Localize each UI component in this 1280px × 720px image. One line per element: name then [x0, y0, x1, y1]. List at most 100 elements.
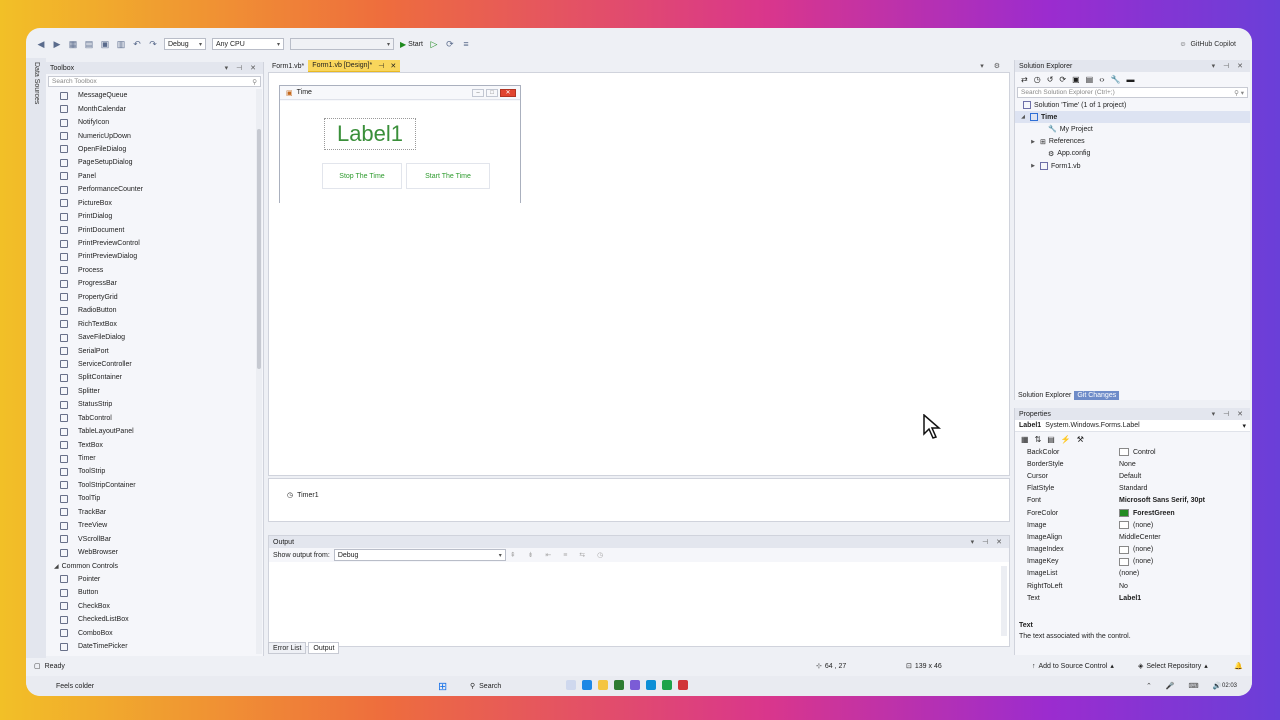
toolbox-item[interactable]: TabControl	[46, 412, 256, 425]
tab-git-changes[interactable]: Git Changes	[1074, 391, 1120, 400]
platform-select[interactable]: Any CPU ▾	[212, 38, 284, 50]
properties-object-select[interactable]: Label1 System.Windows.Forms.Label ▾	[1015, 420, 1250, 432]
property-row[interactable]: BorderStyle None	[1015, 458, 1250, 470]
output-actions-icon[interactable]: ⇞ ⇟ ⇤ ≡ ⇆ ◷	[510, 551, 608, 559]
toolbox-item[interactable]: Panel	[46, 170, 256, 183]
component-tray[interactable]: ◷ Timer1	[268, 478, 1010, 522]
undo-icon[interactable]: ↶	[132, 39, 142, 49]
toolbox-item[interactable]: ToolTip	[46, 492, 256, 505]
tree-item-form1[interactable]: ▶ Form1.vb	[1015, 160, 1250, 172]
data-sources-strip[interactable]: Data Sources	[26, 58, 46, 658]
toolbox-item[interactable]: CheckBox	[46, 600, 256, 613]
toolbox-search-input[interactable]: Search Toolbox ⚲	[48, 76, 261, 87]
start-button[interactable]: ▶ Start	[400, 40, 423, 49]
store-icon[interactable]	[646, 680, 656, 690]
new-item-icon[interactable]: ▦	[68, 39, 78, 49]
form-titlebar[interactable]: ▣ Time – □ ✕	[280, 86, 520, 100]
toolbox-item[interactable]: Process	[46, 264, 256, 277]
property-value[interactable]: (none)	[1119, 570, 1139, 577]
toolbox-item[interactable]: NotifyIcon	[46, 116, 256, 129]
tab-solution-explorer[interactable]: Solution Explorer	[1015, 391, 1074, 400]
toolbox-item[interactable]: TrackBar	[46, 506, 256, 519]
toolbox-item[interactable]: ToolStrip	[46, 465, 256, 478]
timer1-component[interactable]: ◷ Timer1	[287, 491, 319, 500]
label1-control[interactable]: Label1	[324, 118, 416, 150]
toolbox-item[interactable]: OpenFileDialog	[46, 143, 256, 156]
forward-icon[interactable]: ▶	[52, 39, 62, 49]
redo-icon[interactable]: ↷	[148, 39, 158, 49]
toolbar-misc-icon[interactable]: ≡	[461, 39, 471, 49]
toolbox-item[interactable]: TableLayoutPanel	[46, 425, 256, 438]
property-value[interactable]: Microsoft Sans Serif, 30pt	[1119, 497, 1205, 504]
close-icon[interactable]: ✕	[500, 88, 516, 97]
code-icon[interactable]: ‹›	[1099, 75, 1104, 84]
select-repository-button[interactable]: ◈ Select Repository ▴	[1138, 662, 1208, 671]
toolbox-item[interactable]: NumericUpDown	[46, 129, 256, 142]
toolbox-item[interactable]: PropertyGrid	[46, 291, 256, 304]
toolbox-item[interactable]: Pointer	[46, 573, 256, 586]
file-explorer-icon[interactable]	[598, 680, 608, 690]
toolbox-item[interactable]: RichTextBox	[46, 317, 256, 330]
toolbox-item[interactable]: SerialPort	[46, 344, 256, 357]
tab-error-list[interactable]: Error List	[268, 642, 307, 654]
panel-controls-icon[interactable]: ▾ ⊣ ✕	[225, 64, 259, 72]
toolbox-item[interactable]: PageSetupDialog	[46, 156, 256, 169]
tree-item-references[interactable]: ▶ ⊞ References	[1015, 136, 1250, 148]
hot-reload-icon[interactable]: ⟳	[445, 39, 455, 49]
toolbox-item[interactable]: MonthCalendar	[46, 102, 256, 115]
tab-output[interactable]: Output	[308, 642, 340, 654]
taskbar-search[interactable]: ⚲ Search	[466, 680, 566, 692]
collapsed-caret-icon[interactable]: ▶	[1029, 139, 1037, 145]
minimize-icon[interactable]: –	[472, 88, 484, 97]
property-row[interactable]: ImageAlign MiddleCenter	[1015, 531, 1250, 543]
maximize-icon[interactable]: □	[486, 88, 498, 97]
toolbox-item[interactable]: DateTimePicker	[46, 640, 256, 653]
solution-node[interactable]: Solution 'Time' (1 of 1 project)	[1015, 99, 1250, 111]
show-all-files-icon[interactable]: ▤	[1086, 75, 1094, 84]
toolbox-scrollbar[interactable]	[256, 89, 262, 654]
events-icon[interactable]: ⚡	[1061, 435, 1071, 444]
open-icon[interactable]: ▤	[84, 39, 94, 49]
toolbox-item[interactable]: Splitter	[46, 385, 256, 398]
form-client-area[interactable]: Label1 Stop The Time Start The Time	[280, 101, 520, 203]
tree-item-app-config[interactable]: ⚙ App.config	[1015, 148, 1250, 160]
categorized-icon[interactable]: ▦	[1021, 435, 1029, 444]
toolbox-item[interactable]: PrintDocument	[46, 223, 256, 236]
expanded-caret-icon[interactable]: ◢	[1019, 114, 1027, 120]
start-time-button[interactable]: Start The Time	[406, 163, 490, 189]
property-value[interactable]: No	[1119, 583, 1128, 590]
form1-window[interactable]: ▣ Time – □ ✕ Label1 Stop The Time Start …	[279, 85, 521, 203]
property-value[interactable]: ForestGreen	[1119, 509, 1175, 518]
clock[interactable]: 02:03	[1222, 683, 1237, 689]
property-value[interactable]: (none)	[1119, 557, 1153, 566]
chrome-icon[interactable]	[614, 680, 624, 690]
properties-icon[interactable]: 🔧	[1111, 75, 1121, 84]
tab-form1-vb[interactable]: Form1.vb*	[268, 60, 308, 72]
startup-item-select[interactable]: ▾	[290, 38, 394, 50]
start-without-debugging-icon[interactable]: ▷	[429, 39, 439, 49]
property-value[interactable]: (none)	[1119, 545, 1153, 554]
property-row[interactable]: Image (none)	[1015, 519, 1250, 531]
toolbox-item[interactable]: ToolStripContainer	[46, 479, 256, 492]
property-row[interactable]: ForeColor ForestGreen	[1015, 507, 1250, 519]
property-row[interactable]: Text Label1	[1015, 592, 1250, 604]
panel-controls-icon[interactable]: ▾ ⊣ ✕	[1212, 62, 1246, 70]
collapse-all-icon[interactable]: ▣	[1072, 75, 1080, 84]
toolbox-item[interactable]: SaveFileDialog	[46, 331, 256, 344]
sync-icon[interactable]: ⇄	[1021, 75, 1028, 84]
toolbox-item[interactable]: PrintDialog	[46, 210, 256, 223]
property-value[interactable]: Control	[1119, 448, 1156, 457]
close-icon[interactable]: ✕	[390, 62, 396, 70]
save-icon[interactable]: ▣	[100, 39, 110, 49]
toolbox-item[interactable]: StatusStrip	[46, 398, 256, 411]
property-row[interactable]: FlatStyle Standard	[1015, 483, 1250, 495]
property-row[interactable]: Cursor Default	[1015, 470, 1250, 482]
property-value[interactable]: None	[1119, 461, 1136, 468]
refresh-icon[interactable]: ⟳	[1059, 75, 1066, 84]
system-tray-icons[interactable]: ⌃ 🎤 ⌨ 🔊	[1146, 682, 1227, 690]
preview-icon[interactable]: ▬	[1127, 75, 1135, 84]
project-node[interactable]: ◢ Time	[1015, 111, 1250, 124]
toolbox-item[interactable]: WebBrowser	[46, 546, 256, 559]
panel-controls-icon[interactable]: ▾ ⊣ ✕	[971, 538, 1005, 546]
windows-start-icon[interactable]: ⊞	[438, 680, 447, 693]
